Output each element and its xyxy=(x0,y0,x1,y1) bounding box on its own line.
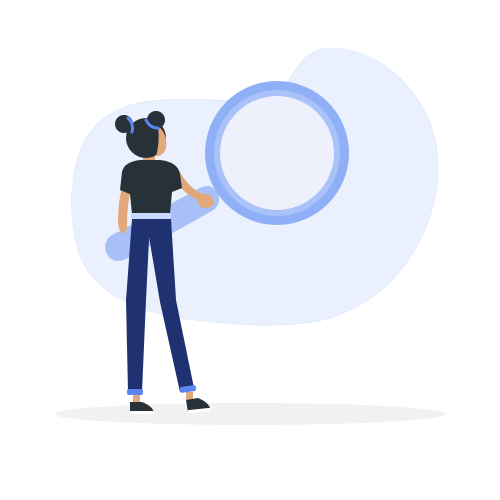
illustration-canvas xyxy=(55,47,445,425)
magnifier-icon xyxy=(205,81,349,225)
magnifier-glass xyxy=(220,96,334,210)
search-illustration xyxy=(0,0,500,500)
woman-shoe-left xyxy=(130,402,154,412)
woman-shoe-left-sole xyxy=(130,411,154,414)
woman-ankle-left xyxy=(133,395,140,403)
woman-cuff-left xyxy=(127,389,143,395)
woman-belt xyxy=(131,213,171,219)
woman-ankle-right xyxy=(186,392,193,400)
woman-hand-right xyxy=(198,196,214,208)
ground-shadow xyxy=(55,403,445,425)
